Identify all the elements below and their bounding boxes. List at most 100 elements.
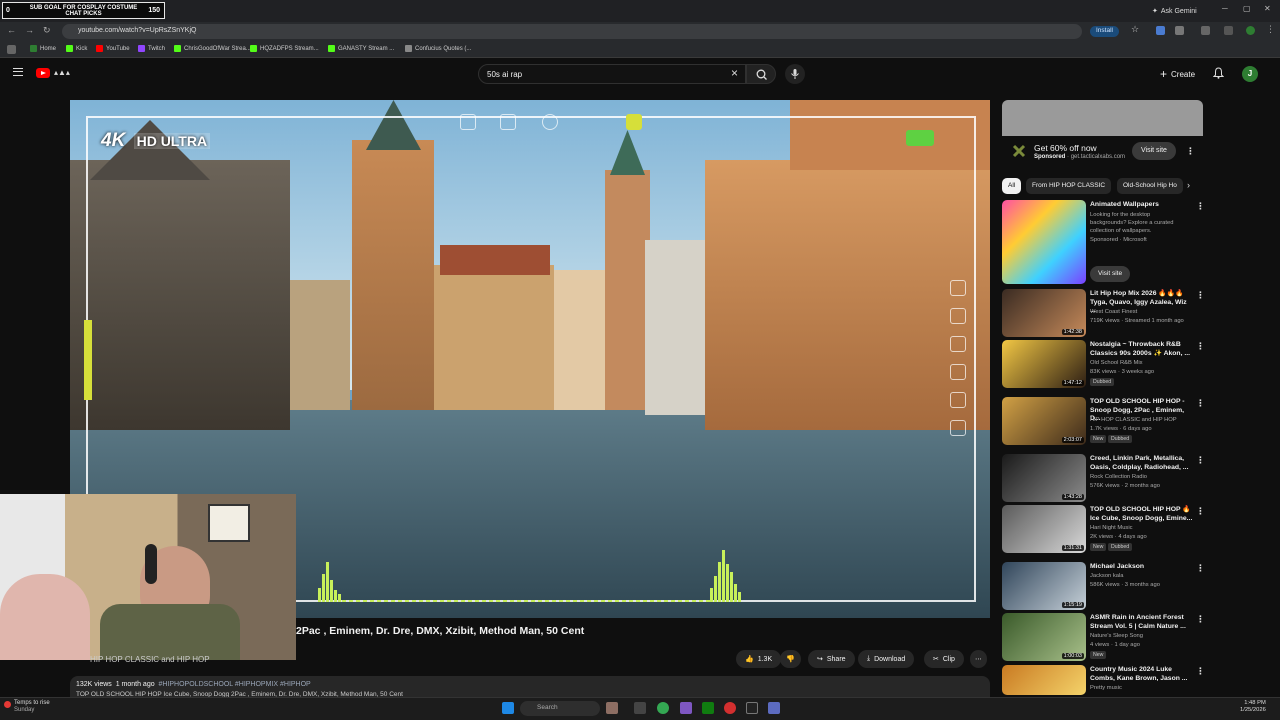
xbox-icon[interactable]	[702, 702, 714, 714]
more-actions-button[interactable]: ⋯	[970, 650, 987, 668]
visit-site-button[interactable]: Visit site	[1090, 266, 1131, 282]
task-view-icon[interactable]	[634, 702, 646, 714]
recommendation-channel[interactable]: Looking for the desktop backgrounds? Exp…	[1090, 211, 1186, 235]
start-icon[interactable]	[502, 702, 514, 714]
youtube-logo[interactable]	[36, 68, 50, 78]
recommendation-channel[interactable]: Nature's Sleep Song	[1090, 633, 1143, 639]
weather-widget[interactable]: Temps to rise Sunday	[14, 700, 50, 714]
hashtags[interactable]: #HIPHOPOLDSCHOOL #HIPHOPMIX #HIPHOP	[159, 681, 311, 688]
ask-gemini-button[interactable]: ✦ Ask Gemini	[1152, 4, 1197, 18]
recommendation-title[interactable]: ASMR Rain in Ancient Forest Stream Vol. …	[1090, 614, 1194, 631]
filter-chip[interactable]: Old-School Hip Ho	[1117, 178, 1183, 194]
recommendation-thumbnail[interactable]: 1:42:38	[1002, 289, 1086, 337]
like-button[interactable]: 👍 1.3K	[736, 650, 782, 668]
recommendation-channel[interactable]: Hari Night Music	[1090, 525, 1133, 531]
share-button[interactable]: ↪ Share	[808, 650, 855, 668]
install-button[interactable]: Install	[1090, 26, 1119, 37]
recommendation-more-icon[interactable]: ⋮	[1196, 506, 1205, 517]
filter-chip[interactable]: All	[1002, 178, 1022, 194]
tab-search-icon[interactable]	[1201, 26, 1210, 35]
recommendation-thumbnail[interactable]: 1:47:12	[1002, 340, 1086, 388]
account-avatar[interactable]: J	[1242, 66, 1258, 82]
ad-title[interactable]: Get 60% off now	[1034, 143, 1097, 153]
recommendation-channel[interactable]: Rock Collection Radio	[1090, 474, 1147, 480]
browser-menu-icon[interactable]: ⋮	[1266, 24, 1275, 35]
ad-banner-image[interactable]	[1002, 100, 1203, 136]
clip-button[interactable]: ✂ Clip	[924, 650, 964, 668]
ad-visit-site-button[interactable]: Visit site	[1132, 142, 1176, 160]
ad-more-icon[interactable]: ⋮	[1186, 146, 1195, 157]
recommendation-channel[interactable]: Pretty music	[1090, 685, 1122, 691]
bookmark-favicon-icon	[328, 45, 335, 52]
recommendation-title[interactable]: Animated Wallpapers	[1090, 201, 1194, 210]
recommendation-thumbnail[interactable]: 1:43:28	[1002, 454, 1086, 502]
recommendation-title[interactable]: Nostalgia ~ Throwback R&B Classics 90s 2…	[1090, 341, 1194, 358]
downloads-icon[interactable]	[1224, 26, 1233, 35]
recommendation-thumbnail[interactable]: 1:31:31	[1002, 505, 1086, 553]
dislike-button[interactable]: 👎	[780, 650, 801, 668]
forward-icon[interactable]: →	[25, 25, 34, 35]
recommendation-more-icon[interactable]: ⋮	[1196, 455, 1205, 466]
taskbar-app-icon[interactable]	[680, 702, 692, 714]
taskbar-app-icon[interactable]	[724, 702, 736, 714]
search-button[interactable]	[746, 64, 776, 84]
chips-next-icon[interactable]: ›	[1187, 180, 1190, 190]
filter-chip[interactable]: From HIP HOP CLASSIC	[1026, 178, 1112, 194]
recommendation-thumbnail[interactable]	[1002, 200, 1086, 284]
bookmark-item[interactable]: YouTube	[96, 45, 130, 52]
recommendation-thumbnail[interactable]: 2:03:07	[1002, 397, 1086, 445]
extension-icon[interactable]	[1175, 26, 1184, 35]
clear-search-icon[interactable]: ×	[731, 66, 738, 80]
recommendation-more-icon[interactable]: ⋮	[1196, 341, 1205, 352]
bookmark-item[interactable]: ChrisGoodOfWar Strea...	[174, 45, 251, 52]
recommendation-more-icon[interactable]: ⋮	[1196, 398, 1205, 409]
recommendation-title[interactable]: TOP OLD SCHOOL HIP HOP 🔥 Ice Cube, Snoop…	[1090, 506, 1194, 523]
minimize-icon[interactable]: ─	[1222, 4, 1228, 13]
recommendation-badge: Dubbed	[1090, 378, 1115, 386]
epic-games-icon[interactable]	[746, 702, 758, 714]
voice-search-button[interactable]	[785, 64, 805, 84]
recommendation-more-icon[interactable]: ⋮	[1196, 614, 1205, 625]
hamburger-menu-icon[interactable]	[13, 68, 23, 76]
recommendation-title[interactable]: Creed, Linkin Park, Metallica, Oasis, Co…	[1090, 455, 1194, 472]
profile-icon[interactable]	[1246, 26, 1255, 35]
recommendation-more-icon[interactable]: ⋮	[1196, 563, 1205, 574]
taskbar-search[interactable]: Search	[520, 701, 600, 716]
chrome-icon[interactable]	[657, 702, 669, 714]
recommendation-channel[interactable]: HIP HOP CLASSIC and HIP HOP	[1090, 417, 1177, 423]
bookmark-item[interactable]: HQZADFPS Stream...	[250, 45, 319, 52]
maximize-icon[interactable]: ▢	[1243, 4, 1251, 13]
recommendation-title[interactable]: Country Music 2024 Luke Combs, Kane Brow…	[1090, 666, 1194, 683]
bookmark-item[interactable]: Home	[30, 45, 56, 52]
recommendation-more-icon[interactable]: ⋮	[1196, 201, 1205, 212]
back-icon[interactable]: ←	[7, 25, 16, 35]
bookmark-item[interactable]: Twitch	[138, 45, 165, 52]
recommendation-channel[interactable]: West Coast Finest	[1090, 309, 1137, 315]
channel-name[interactable]: HIP HOP CLASSIC and HIP HOP	[90, 655, 210, 664]
create-button[interactable]: + Create	[1160, 66, 1195, 82]
close-icon[interactable]: ✕	[1264, 4, 1271, 13]
quality-badge: 4K HD ULTRA	[98, 130, 211, 152]
recommendation-thumbnail[interactable]: 1:00:03	[1002, 613, 1086, 661]
download-button[interactable]: ⤓ Download	[858, 650, 915, 668]
bookmark-star-icon[interactable]: ☆	[1131, 24, 1139, 35]
recommendation-more-icon[interactable]: ⋮	[1196, 290, 1205, 301]
recommendation-title[interactable]: Michael Jackson	[1090, 563, 1194, 572]
notifications-bell-icon[interactable]	[1213, 67, 1224, 79]
apps-icon[interactable]	[7, 45, 16, 54]
extension-icon[interactable]	[1156, 26, 1165, 35]
reload-icon[interactable]: ↻	[43, 25, 51, 36]
bookmark-item[interactable]: Kick	[66, 45, 87, 52]
recommendation-channel[interactable]: Old School R&B Mix	[1090, 360, 1143, 366]
recommendation-channel[interactable]: Jackson kala	[1090, 573, 1124, 579]
system-clock[interactable]: 1:48 PM 1/25/2026	[1240, 700, 1266, 714]
search-input[interactable]: 50s ai rap	[478, 64, 746, 84]
recommendation-more-icon[interactable]: ⋮	[1196, 666, 1205, 677]
taskbar-app-icon[interactable]	[606, 702, 618, 714]
taskbar-app-icon[interactable]	[768, 702, 780, 714]
bookmark-item[interactable]: GANASTY Stream ...	[328, 45, 394, 52]
url-bar[interactable]: youtube.com/watch?v=UpRsZSnYKjQ	[62, 24, 1082, 39]
recommendation-thumbnail[interactable]	[1002, 665, 1086, 695]
bookmark-item[interactable]: Confucius Quotes (...	[405, 45, 471, 52]
recommendation-thumbnail[interactable]: 1:15:19	[1002, 562, 1086, 610]
